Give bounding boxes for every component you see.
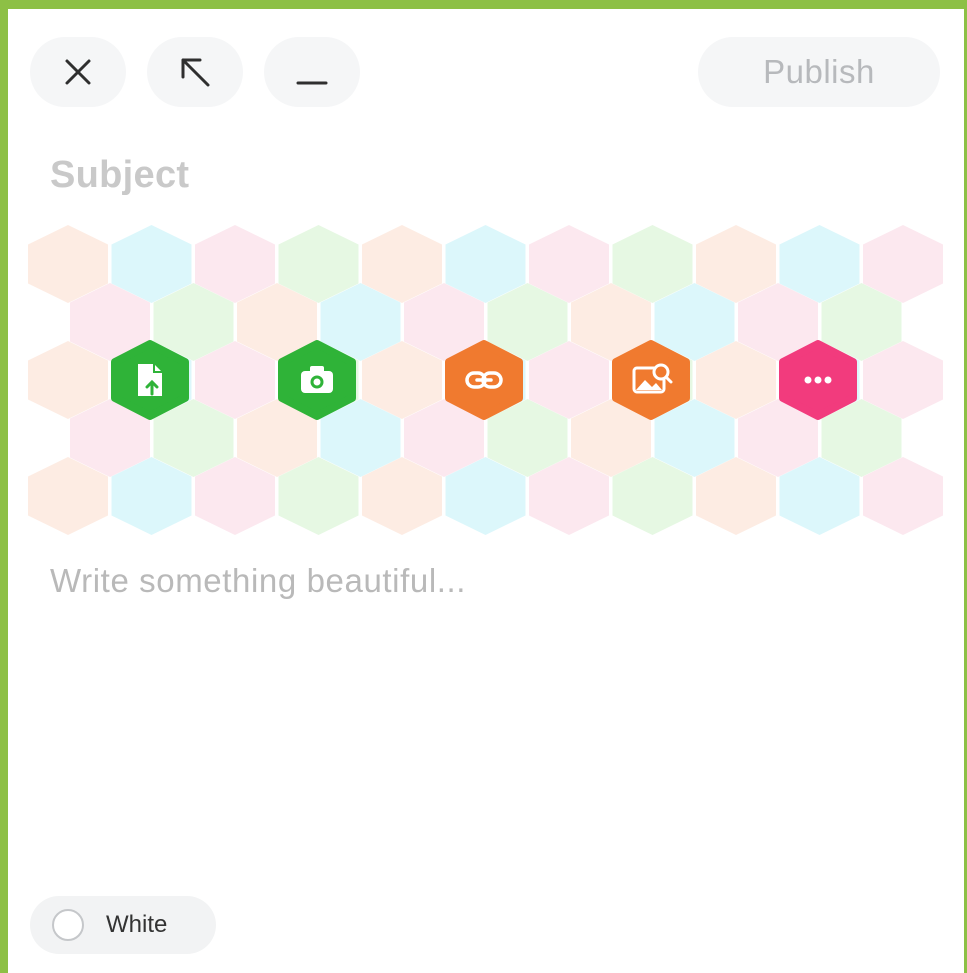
close-icon <box>65 59 91 85</box>
expand-button[interactable] <box>147 37 243 107</box>
file-upload-icon <box>138 364 162 396</box>
subject-input[interactable]: Subject <box>50 153 910 197</box>
composer-window: Publish Subject Write something beautifu… <box>8 9 964 973</box>
image-search-hex[interactable] <box>612 340 690 420</box>
minimize-button[interactable] <box>264 37 360 107</box>
upload-file-button[interactable] <box>111 340 189 420</box>
camera-button[interactable] <box>278 340 356 420</box>
more-icon <box>804 376 832 384</box>
link-button[interactable] <box>445 340 523 420</box>
theme-radio[interactable] <box>52 909 84 941</box>
theme-selector[interactable]: White <box>30 896 216 954</box>
publish-button[interactable]: Publish <box>698 37 940 107</box>
minimize-icon <box>296 81 328 85</box>
image-search-button[interactable] <box>612 340 690 420</box>
close-button[interactable] <box>30 37 126 107</box>
arrow-up-left-icon <box>181 58 210 87</box>
body-input[interactable]: Write something beautiful... <box>50 561 930 601</box>
more-button[interactable] <box>779 340 857 420</box>
theme-label: White <box>106 911 168 938</box>
